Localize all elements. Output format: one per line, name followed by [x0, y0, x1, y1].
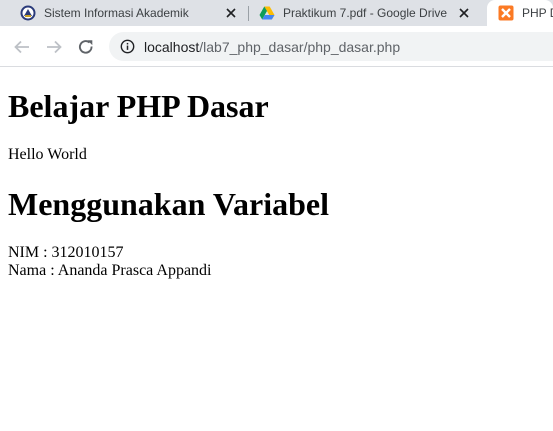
hello-world-text: Hello World	[8, 146, 87, 163]
forward-button[interactable]	[42, 35, 66, 59]
page-heading-variabel: Menggunakan Variabel	[8, 186, 329, 222]
address-bar[interactable]: localhost/lab7_php_dasar/php_dasar.php	[109, 32, 553, 61]
tab-sistem-informasi-akademik[interactable]: Sistem Informasi Akademik	[0, 0, 248, 26]
close-icon[interactable]	[224, 6, 238, 20]
url-host: localhost	[144, 38, 200, 55]
back-button[interactable]	[10, 35, 34, 59]
url-text[interactable]: localhost/lab7_php_dasar/php_dasar.php	[144, 39, 400, 55]
site-info-icon[interactable]	[119, 39, 135, 55]
tab-praktikum-google-drive[interactable]: Praktikum 7.pdf - Google Drive	[249, 0, 485, 26]
url-path: /lab7_php_dasar/php_dasar.php	[199, 38, 401, 55]
tab-title: PHP D	[522, 6, 553, 20]
close-icon[interactable]	[457, 6, 471, 20]
tab-php-dasar[interactable]: PHP D	[487, 0, 553, 26]
tab-title: Praktikum 7.pdf - Google Drive	[283, 6, 448, 20]
reload-icon	[79, 40, 93, 54]
nim-text: NIM : 312010157	[8, 244, 124, 261]
xampp-icon	[498, 5, 514, 21]
nama-text: Nama : Ananda Prasca Appandi	[8, 262, 212, 279]
google-drive-icon	[259, 5, 275, 21]
browser-toolbar: localhost/lab7_php_dasar/php_dasar.php	[0, 26, 553, 67]
arrow-left-icon	[14, 40, 29, 54]
tab-title: Sistem Informasi Akademik	[44, 6, 189, 20]
reload-button[interactable]	[74, 35, 98, 59]
arrow-right-icon	[47, 40, 62, 54]
university-logo-icon	[20, 5, 36, 21]
page-heading-belajar-php: Belajar PHP Dasar	[8, 88, 269, 124]
page-content: Belajar PHP Dasar Hello World Menggunaka…	[0, 67, 553, 431]
tab-bar: Sistem Informasi Akademik Praktikum 7.pd…	[0, 0, 553, 26]
